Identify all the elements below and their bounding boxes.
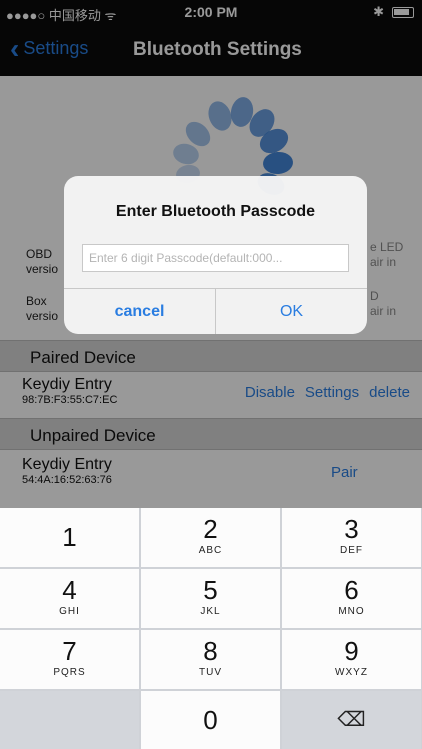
key-5[interactable]: 5 JKL [141,569,281,629]
numeric-keypad: 1 2 ABC 3 DEF 4 GHI 5 JKL 6 MNO 7 PQRS 8… [0,508,422,749]
key-2[interactable]: 2 ABC [141,508,281,568]
key-4[interactable]: 4 GHI [0,569,140,629]
key-6[interactable]: 6 MNO [282,569,422,629]
backspace-icon: ⌫ [337,709,366,731]
alert-buttons: cancel OK [64,288,367,334]
alert-title: Enter Bluetooth Passcode [115,203,316,220]
passcode-input[interactable] [82,244,349,272]
key-0[interactable]: 0 [141,691,281,749]
key-blank [0,691,140,749]
cancel-button[interactable]: cancel [64,289,216,334]
key-1[interactable]: 1 [0,508,140,568]
key-7[interactable]: 7 PQRS [0,630,140,690]
passcode-alert: Enter Bluetooth Passcode cancel OK [64,176,367,334]
key-9[interactable]: 9 WXYZ [282,630,422,690]
key-8[interactable]: 8 TUV [141,630,281,690]
delete-key[interactable]: ⌫ [282,691,422,749]
ok-button[interactable]: OK [216,289,367,334]
key-3[interactable]: 3 DEF [282,508,422,568]
